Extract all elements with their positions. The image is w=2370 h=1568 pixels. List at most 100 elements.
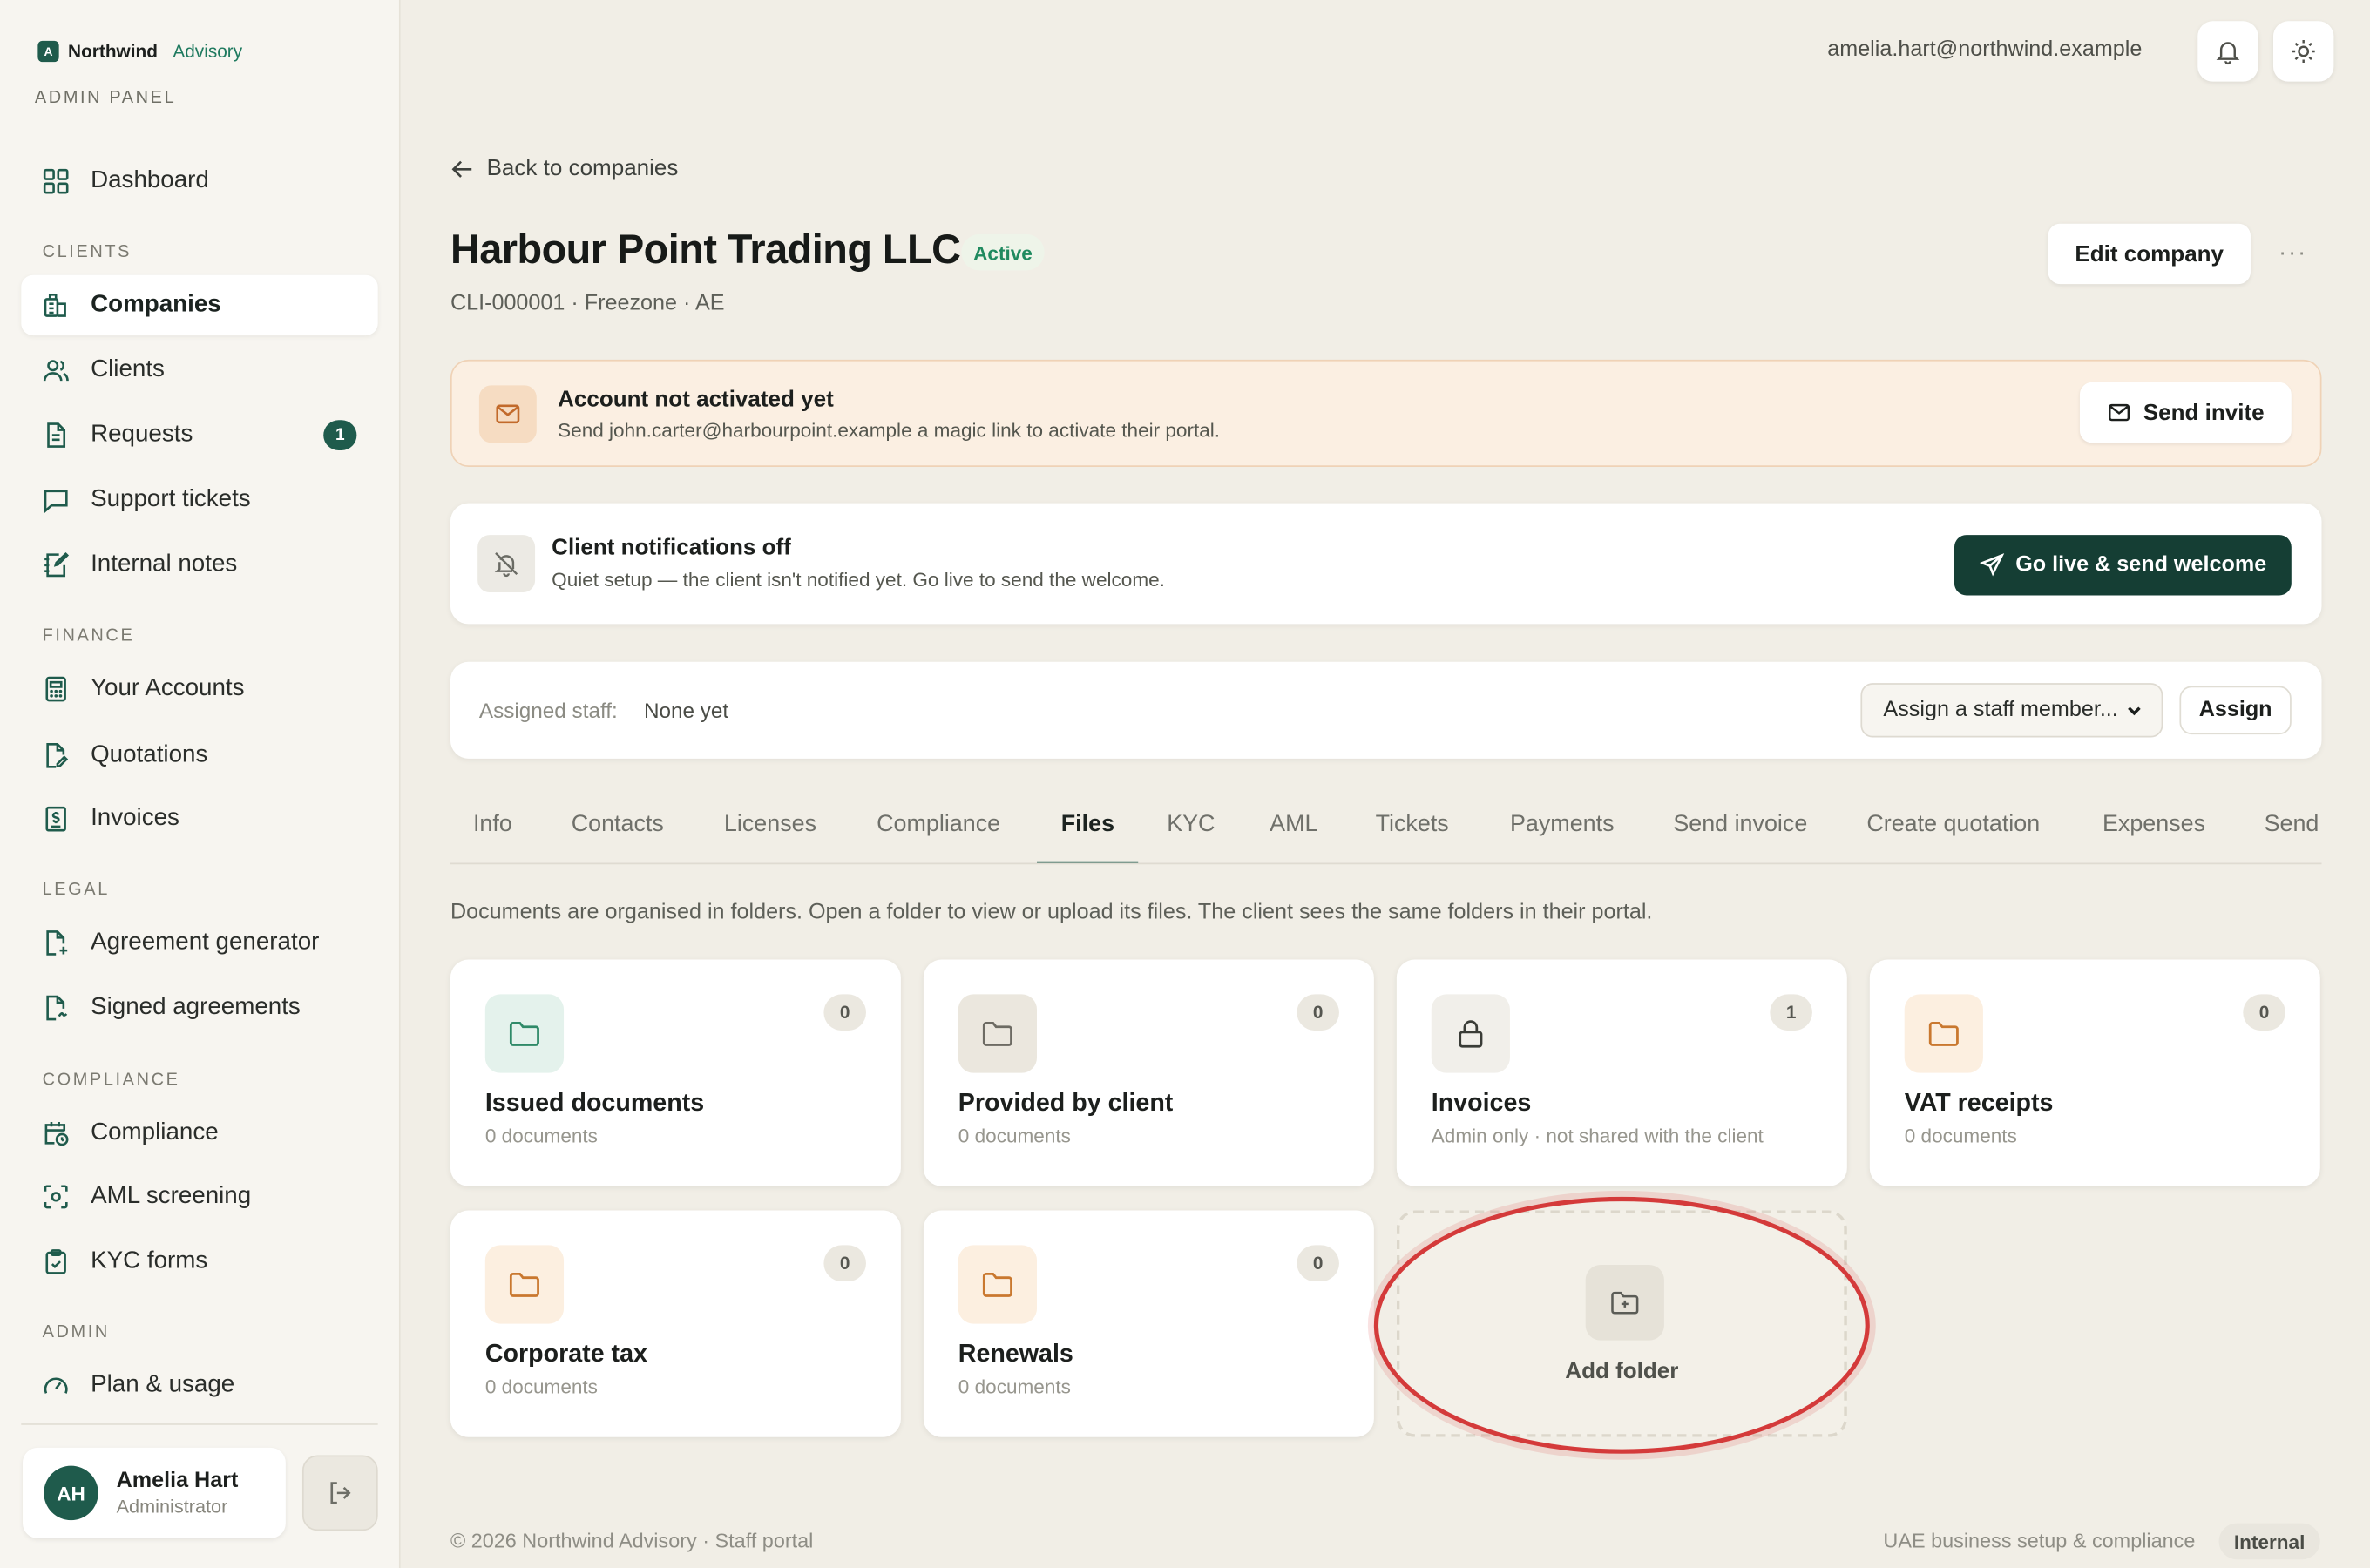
notifications-button[interactable] xyxy=(2197,21,2258,82)
tab-send[interactable]: Send xyxy=(2265,798,2319,863)
tab-payments[interactable]: Payments xyxy=(1510,798,1615,863)
folder-card-vat-receipts[interactable]: 0 VAT receipts 0 documents xyxy=(1869,959,2320,1186)
lock-icon xyxy=(1431,994,1510,1073)
sidebar-item-label: Requests xyxy=(91,421,193,448)
building-icon xyxy=(44,293,66,317)
app-root: A Northwind Advisory ADMIN PANEL Dashboa… xyxy=(0,0,2370,1568)
mail-icon xyxy=(478,385,537,443)
folder-name: Renewals xyxy=(958,1340,1073,1368)
scan-face-icon xyxy=(44,1185,68,1209)
users-icon xyxy=(43,360,69,382)
tab-kyc[interactable]: KYC xyxy=(1167,798,1215,863)
file-signature-icon xyxy=(46,995,68,1021)
message-square-icon xyxy=(44,490,68,514)
staff-member-select[interactable]: Assign a staff member... xyxy=(1860,683,2163,738)
sidebar-item-agreement-generator[interactable]: Agreement generator xyxy=(21,913,377,973)
folder-card-corporate-tax[interactable]: 0 Corporate tax 0 documents xyxy=(450,1210,901,1437)
calculator-icon xyxy=(45,676,66,702)
send-invite-button[interactable]: Send invite xyxy=(2079,382,2292,443)
brand[interactable]: A Northwind Advisory xyxy=(37,40,242,63)
sidebar-item-quotations[interactable]: Quotations xyxy=(21,726,377,786)
folder-card-invoices[interactable]: 1 Invoices Admin only · not shared with … xyxy=(1396,959,1847,1186)
sidebar-item-label: KYC forms xyxy=(91,1247,208,1274)
tab-expenses[interactable]: Expenses xyxy=(2103,798,2205,863)
logout-button[interactable] xyxy=(301,1455,378,1531)
activation-title: Account not activated yet xyxy=(558,387,834,413)
document-icon xyxy=(47,422,66,448)
sidebar-item-label: Companies xyxy=(91,291,221,318)
dashboard-icon xyxy=(43,168,69,194)
file-pen-icon xyxy=(46,743,69,768)
sidebar-item-label: Clients xyxy=(91,356,165,382)
sidebar-item-kyc-forms[interactable]: KYC forms xyxy=(21,1232,377,1292)
tab-licenses[interactable]: Licenses xyxy=(724,798,816,863)
sidebar-item-label: Your Accounts xyxy=(91,675,245,701)
sidebar-item-requests[interactable]: Requests 1 xyxy=(21,405,377,465)
user-role: Administrator xyxy=(116,1496,228,1517)
section-finance: FINANCE xyxy=(42,626,135,645)
folder-count-badge: 0 xyxy=(2243,994,2285,1031)
user-email: amelia.hart@northwind.example xyxy=(1827,37,2143,63)
sidebar-item-aml-screening[interactable]: AML screening xyxy=(21,1166,377,1227)
folder-icon xyxy=(484,994,565,1073)
sidebar-item-plan-usage[interactable]: Plan & usage xyxy=(21,1355,377,1416)
tab-contacts[interactable]: Contacts xyxy=(572,798,664,863)
sidebar-item-clients[interactable]: Clients xyxy=(21,340,377,400)
edit-company-button[interactable]: Edit company xyxy=(2048,223,2251,285)
sidebar-item-label: Quotations xyxy=(91,741,208,768)
more-options-button[interactable]: ··· xyxy=(2272,239,2314,269)
sidebar-item-label: Plan & usage xyxy=(91,1372,235,1398)
sidebar-item-compliance[interactable]: Compliance xyxy=(21,1103,377,1163)
folder-subtitle: 0 documents xyxy=(484,1375,598,1398)
sidebar: A Northwind Advisory ADMIN PANEL Dashboa… xyxy=(0,0,401,1568)
folder-count-badge: 1 xyxy=(1770,994,1812,1031)
section-admin: ADMIN xyxy=(42,1323,110,1342)
sidebar-item-your-accounts[interactable]: Your Accounts xyxy=(21,659,377,719)
folder-subtitle: 0 documents xyxy=(958,1375,1071,1398)
sidebar-item-signed-agreements[interactable]: Signed agreements xyxy=(21,977,377,1037)
sidebar-item-dashboard[interactable]: Dashboard xyxy=(21,151,377,211)
sidebar-divider xyxy=(21,1423,378,1425)
tab-send-invoice[interactable]: Send invoice xyxy=(1673,798,1807,863)
tab-files[interactable]: Files xyxy=(1037,798,1139,863)
notifications-description: Quiet setup — the client isn't notified … xyxy=(552,568,1165,591)
arrow-left-icon xyxy=(451,159,472,178)
tab-info[interactable]: Info xyxy=(473,798,512,863)
files-description: Documents are organised in folders. Open… xyxy=(450,900,1653,925)
page-title: Harbour Point Trading LLC xyxy=(450,226,961,273)
avatar: AH xyxy=(44,1465,98,1521)
theme-toggle-button[interactable] xyxy=(2272,21,2334,82)
tab-compliance[interactable]: Compliance xyxy=(877,798,1000,863)
folder-count-badge: 0 xyxy=(823,1245,866,1282)
folder-card-renewals[interactable]: 0 Renewals 0 documents xyxy=(923,1210,1374,1437)
folder-name: Invoices xyxy=(1431,1089,1532,1117)
section-clients: CLIENTS xyxy=(42,243,132,262)
user-name: Amelia Hart xyxy=(116,1469,239,1493)
go-live-button[interactable]: Go live & send welcome xyxy=(1954,535,2292,596)
user-info: Amelia Hart Administrator xyxy=(117,1469,239,1517)
clipboard-check-icon xyxy=(45,1249,66,1274)
user-card[interactable]: AH Amelia Hart Administrator xyxy=(23,1447,286,1538)
folder-name: VAT receipts xyxy=(1904,1089,2054,1117)
back-to-companies-link[interactable]: Back to companies xyxy=(450,156,678,181)
tab-tickets[interactable]: Tickets xyxy=(1376,798,1449,863)
assign-button[interactable]: Assign xyxy=(2179,686,2292,735)
activation-description: Send john.carter@harbourpoint.example a … xyxy=(558,418,1221,442)
folder-card-issued-documents[interactable]: 0 Issued documents 0 documents xyxy=(450,959,901,1186)
folder-card-provided-by-client[interactable]: 0 Provided by client 0 documents xyxy=(923,959,1374,1186)
assigned-staff-value: None yet xyxy=(643,698,729,723)
sidebar-item-label: Signed agreements xyxy=(91,994,301,1020)
tab-create-quotation[interactable]: Create quotation xyxy=(1866,798,2040,863)
folder-subtitle: 0 documents xyxy=(484,1124,598,1147)
sidebar-item-label: Internal notes xyxy=(91,551,238,578)
sidebar-item-support-tickets[interactable]: Support tickets xyxy=(21,470,377,530)
tab-aml[interactable]: AML xyxy=(1270,798,1317,863)
sidebar-item-invoices[interactable]: Invoices xyxy=(21,789,377,849)
brand-logo: A xyxy=(37,40,59,63)
sidebar-item-internal-notes[interactable]: Internal notes xyxy=(21,535,377,595)
activation-banner: Account not activated yet Send john.cart… xyxy=(450,359,2322,468)
folder-icon xyxy=(484,1245,565,1324)
sidebar-item-companies[interactable]: Companies xyxy=(21,274,378,336)
mail-icon xyxy=(2108,403,2130,422)
send-invite-label: Send invite xyxy=(2143,399,2265,426)
